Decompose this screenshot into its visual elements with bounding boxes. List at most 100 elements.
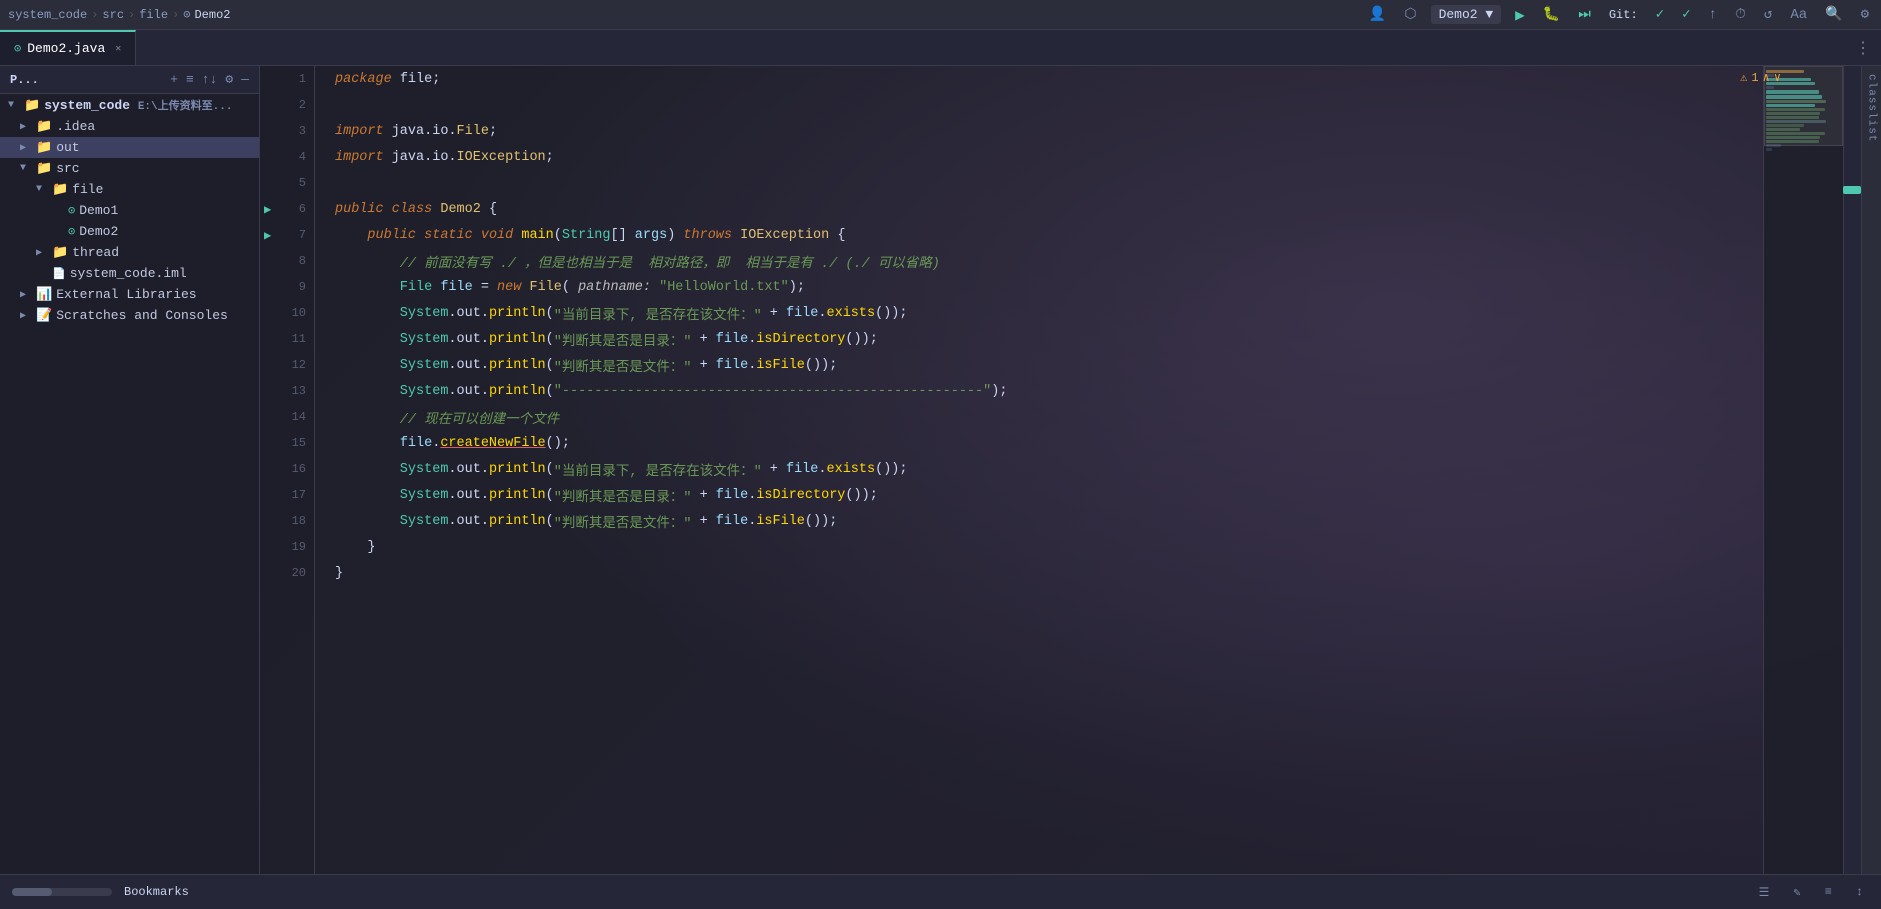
token: println: [489, 514, 546, 529]
tree-item-iml[interactable]: ▶ 📄 system_code.iml: [0, 263, 259, 284]
token: File: [335, 280, 432, 295]
sidebar-title: P...: [10, 73, 39, 87]
token: (: [546, 462, 554, 477]
sidebar-menu-icon[interactable]: ≡: [186, 72, 194, 87]
breadcrumb-root[interactable]: system_code: [8, 8, 87, 22]
tree-arrow-out: ▶: [20, 142, 32, 154]
token: +: [691, 358, 715, 373]
folder-icon-thread: 📁: [52, 245, 68, 260]
git-revert-icon[interactable]: ↺: [1760, 4, 1776, 25]
git-label: Git:: [1605, 6, 1642, 24]
tree-item-src[interactable]: ▼ 📁 src: [0, 158, 259, 179]
run-arrow-6[interactable]: ▶: [264, 202, 271, 217]
debug-button[interactable]: 🐛: [1539, 4, 1564, 25]
tab-label: Demo2.java: [27, 41, 105, 56]
scrollbar-thumb: [12, 888, 52, 896]
tree-item-demo1[interactable]: ▶ ⊙ Demo1: [0, 200, 259, 221]
token: (: [546, 384, 554, 399]
token: .out.: [448, 488, 489, 503]
breadcrumb-src[interactable]: src: [102, 8, 124, 22]
java-icon-demo1: ⊙: [68, 203, 75, 218]
tree-item-demo2[interactable]: ▶ ⊙ Demo2: [0, 221, 259, 242]
tree-arrow-file: ▼: [36, 184, 48, 195]
tree-item-idea[interactable]: ▶ 📁 .idea: [0, 116, 259, 137]
run-button[interactable]: ▶: [1511, 3, 1529, 27]
bottom-bar-right: ☰ ✎ ≡ ↕: [1753, 883, 1869, 902]
toolbar-user-icon[interactable]: 👤: [1365, 4, 1390, 25]
line-num-11: 11: [260, 326, 314, 352]
code-line-16: System.out.println("当前目录下, 是否存在该文件：" + f…: [315, 456, 1763, 482]
token: {: [481, 202, 497, 217]
warning-nav-up[interactable]: ∧: [1763, 70, 1770, 85]
token: .: [432, 436, 440, 451]
token: "当前目录下, 是否存在该文件：": [554, 459, 762, 480]
git-history-icon[interactable]: ⏱: [1731, 5, 1750, 25]
toolbar-nav-icon[interactable]: ⬡: [1400, 4, 1420, 25]
token: println: [489, 384, 546, 399]
tree-item-external-libs[interactable]: ▶ 📊 External Libraries: [0, 284, 259, 305]
tree-spacer-demo1: ▶: [52, 205, 64, 217]
run-config-label[interactable]: Demo2 ▼: [1431, 5, 1502, 24]
git-tick-icon[interactable]: ✓: [1678, 4, 1694, 25]
bookmark-label: Bookmarks: [124, 885, 189, 899]
settings-icon[interactable]: ⚙: [1857, 4, 1873, 25]
git-check-icon[interactable]: ✓: [1652, 4, 1668, 25]
token: [651, 280, 659, 295]
tab-more-button[interactable]: ⋮: [1845, 38, 1881, 58]
token: }: [335, 540, 376, 555]
token: isDirectory: [756, 488, 845, 503]
step-over-button[interactable]: ⏭: [1574, 5, 1595, 25]
token: file: [716, 514, 748, 529]
warning-nav-down[interactable]: ∨: [1774, 70, 1781, 85]
token: IOException: [740, 228, 829, 243]
line-num-17: 17: [260, 482, 314, 508]
tree-label-idea: .idea: [56, 119, 95, 134]
bottom-expand-icon[interactable]: ↕: [1850, 883, 1869, 901]
tree-arrow-src: ▼: [20, 163, 32, 174]
sidebar-sort-icon[interactable]: ↑↓: [202, 72, 218, 87]
line-num-12: 12: [260, 352, 314, 378]
token: ();: [546, 436, 570, 451]
sidebar-minimize-icon[interactable]: —: [241, 72, 249, 87]
tab-demo2[interactable]: ⊙ Demo2.java ✕: [0, 30, 136, 65]
token: "当前目录下, 是否存在该文件：": [554, 303, 762, 324]
token: file;: [392, 72, 441, 87]
token: .out.: [448, 384, 489, 399]
tree-item-thread[interactable]: ▶ 📁 thread: [0, 242, 259, 263]
token: IOException: [457, 150, 546, 165]
tree-label-scratches: Scratches and Consoles: [56, 308, 228, 323]
classlist-panel[interactable]: classlist: [1861, 66, 1881, 874]
token: file: [786, 462, 818, 477]
code-line-13: System.out.println("--------------------…: [315, 378, 1763, 404]
bottom-sort-icon[interactable]: ≡: [1819, 883, 1838, 901]
run-arrow-7[interactable]: ▶: [264, 228, 271, 243]
token: (: [546, 514, 554, 529]
sidebar-settings-icon[interactable]: ⚙: [225, 72, 233, 87]
git-push-icon[interactable]: ↑: [1705, 5, 1721, 25]
tree-item-file[interactable]: ▼ 📁 file: [0, 179, 259, 200]
token: java.io.: [384, 124, 457, 139]
tree-item-scratches[interactable]: ▶ 📝 Scratches and Consoles: [0, 305, 259, 326]
token: [432, 280, 440, 295]
right-scrollbar[interactable]: [1843, 66, 1861, 874]
token: ());: [805, 514, 837, 529]
tree-item-out[interactable]: ▶ 📁 out: [0, 137, 259, 158]
bottom-edit-icon[interactable]: ✎: [1787, 883, 1806, 902]
line-num-16: 16: [260, 456, 314, 482]
bottom-list-icon[interactable]: ☰: [1753, 883, 1776, 902]
code-editor[interactable]: package file; import java.io.File; impor…: [315, 66, 1763, 874]
breadcrumb-java-icon: ⊙: [183, 7, 190, 22]
breadcrumb-file[interactable]: file: [139, 8, 168, 22]
horizontal-scrollbar[interactable]: [12, 888, 112, 896]
tab-close-button[interactable]: ✕: [115, 43, 121, 55]
sidebar-add-icon[interactable]: +: [170, 72, 178, 87]
token: (: [546, 488, 554, 503]
search-icon[interactable]: 🔍: [1821, 4, 1846, 25]
tree-item-root[interactable]: ▼ 📁 system_code E:\上传资料至...: [0, 94, 259, 116]
font-size-icon[interactable]: Aa: [1786, 5, 1811, 25]
token: import: [335, 150, 384, 165]
token: .out.: [448, 514, 489, 529]
token: ());: [805, 358, 837, 373]
folder-icon-file: 📁: [52, 182, 68, 197]
code-line-2: [315, 92, 1763, 118]
